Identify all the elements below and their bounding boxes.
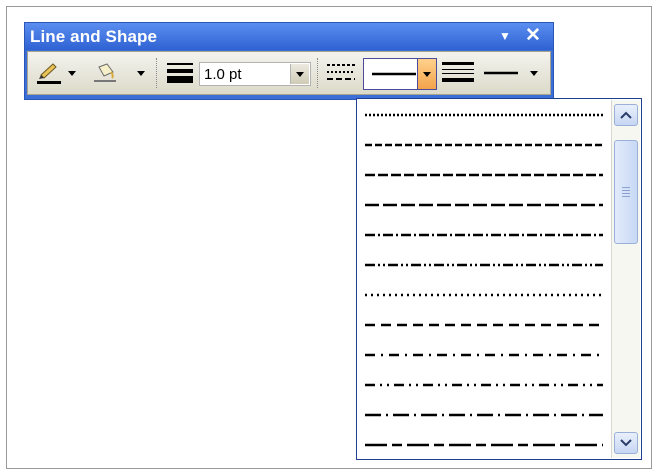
scroll-thumb[interactable] bbox=[614, 140, 638, 244]
dash-dot-dot-spaced-icon bbox=[365, 383, 603, 387]
dash-option-dash-dot-spaced[interactable] bbox=[363, 341, 605, 369]
dash-option-dash-square-dot[interactable] bbox=[363, 101, 605, 129]
separator bbox=[317, 58, 320, 88]
title-bar[interactable]: Line and Shape ▼ ✕ bbox=[25, 23, 553, 50]
toolbar: 1.0 pt bbox=[27, 51, 551, 95]
dash-long-short-icon bbox=[365, 443, 603, 447]
chevron-down-icon bbox=[423, 71, 431, 77]
line-color-button[interactable] bbox=[34, 60, 64, 86]
dash-round-dot-icon bbox=[365, 293, 603, 297]
line-weight-value: 1.0 pt bbox=[204, 66, 242, 83]
dash-option-dash-long-dot[interactable] bbox=[363, 401, 605, 429]
scroll-up-button[interactable] bbox=[614, 104, 638, 126]
dash-medium-spaced-icon bbox=[365, 323, 603, 327]
dash-style-icon bbox=[327, 64, 355, 80]
dash-option-dash-medium-spaced[interactable] bbox=[363, 311, 605, 339]
dash-dot-icon bbox=[365, 233, 603, 237]
dash-option-dash-round-dot[interactable] bbox=[363, 281, 605, 309]
line-color-dropdown[interactable] bbox=[66, 60, 78, 86]
line-style-icon bbox=[442, 62, 474, 82]
fill-color-dropdown[interactable] bbox=[135, 60, 147, 86]
dash-option-dash-short[interactable] bbox=[363, 131, 605, 159]
separator bbox=[156, 58, 159, 88]
dash-long-icon bbox=[365, 203, 603, 207]
scrollbar[interactable] bbox=[611, 100, 640, 458]
dash-style-selector[interactable] bbox=[363, 58, 437, 90]
dash-style-dropdown[interactable] bbox=[417, 59, 436, 89]
dash-long-dot-icon bbox=[365, 413, 603, 417]
line-weight-field[interactable]: 1.0 pt bbox=[199, 62, 311, 86]
dash-option-dash-dot-dot-spaced[interactable] bbox=[363, 371, 605, 399]
dash-square-dot-icon bbox=[365, 113, 603, 117]
toolbar-options-icon[interactable]: ▼ bbox=[499, 29, 511, 43]
dash-style-dropdown-list bbox=[356, 98, 642, 460]
chevron-down-icon bbox=[68, 70, 76, 76]
chevron-down-icon bbox=[296, 71, 304, 77]
paint-bucket-icon bbox=[94, 63, 116, 82]
grip-icon bbox=[622, 187, 630, 197]
chevron-down-icon bbox=[530, 70, 538, 76]
window-title: Line and Shape bbox=[30, 27, 158, 46]
dash-dot-dot-icon bbox=[365, 263, 603, 267]
dash-option-dash-dot[interactable] bbox=[363, 221, 605, 249]
dash-option-dash-long[interactable] bbox=[363, 191, 605, 219]
pen-icon bbox=[37, 63, 61, 84]
fill-color-button[interactable] bbox=[90, 60, 120, 86]
dash-dot-spaced-icon bbox=[365, 353, 603, 357]
dash-style-button[interactable] bbox=[324, 60, 358, 86]
dash-option-dash-long-short[interactable] bbox=[363, 431, 605, 459]
line-style-dropdown[interactable] bbox=[528, 60, 540, 86]
line-weight-icon bbox=[167, 63, 193, 83]
dash-medium-icon bbox=[365, 173, 603, 177]
line-style-button[interactable] bbox=[438, 60, 544, 86]
dash-option-dash-dot-dot[interactable] bbox=[363, 251, 605, 279]
dash-option-dash-medium[interactable] bbox=[363, 161, 605, 189]
close-icon[interactable]: ✕ bbox=[525, 24, 541, 47]
line-end-icon bbox=[484, 71, 518, 75]
line-and-shape-toolbar-window: Line and Shape ▼ ✕ 1.0 pt bbox=[24, 22, 554, 100]
dash-short-icon bbox=[365, 143, 603, 147]
line-weight-dropdown[interactable] bbox=[290, 64, 309, 84]
chevron-down-icon bbox=[620, 439, 632, 447]
solid-line-icon bbox=[372, 72, 416, 76]
chevron-down-icon bbox=[137, 70, 145, 76]
scroll-down-button[interactable] bbox=[614, 432, 638, 454]
line-weight-button[interactable] bbox=[164, 60, 196, 86]
chevron-up-icon bbox=[620, 111, 632, 119]
